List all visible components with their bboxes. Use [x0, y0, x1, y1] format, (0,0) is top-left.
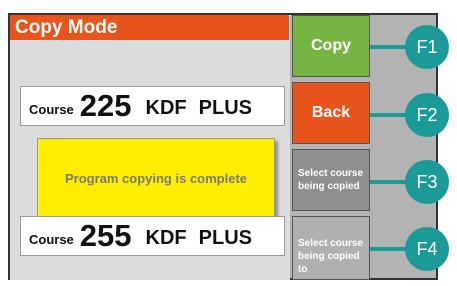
copy-complete-popup: Program copying is complete: [37, 138, 275, 218]
f2-key-marker: F2: [405, 93, 449, 137]
back-button[interactable]: Back: [292, 82, 370, 144]
course-label: Course: [29, 232, 74, 247]
f2-leader-line: [370, 113, 410, 117]
f3-leader-line: [370, 180, 410, 184]
f4-key-marker: F4: [405, 227, 449, 271]
f3-key-marker: F3: [405, 160, 449, 204]
source-course-row: Course 225 KDF PLUS: [20, 86, 285, 126]
course-unit: KDF: [145, 227, 187, 249]
popup-message: Program copying is complete: [64, 170, 248, 186]
main-panel: Course 225 KDF PLUS Program copying is c…: [10, 40, 290, 280]
course-label: Course: [29, 102, 74, 117]
screen-title: Copy Mode: [10, 15, 290, 40]
course-suffix: PLUS: [198, 97, 252, 119]
course-suffix: PLUS: [198, 227, 252, 249]
course-number: 225: [79, 88, 132, 123]
f1-leader-line: [370, 45, 410, 49]
course-number: 255: [79, 218, 132, 253]
copy-mode-screen: Copy Mode Course 225 KDF PLUS Program co…: [8, 13, 438, 280]
f4-leader-line: [370, 247, 410, 251]
select-source-course-button[interactable]: Select course being copied: [292, 149, 370, 211]
copy-button[interactable]: Copy: [292, 15, 370, 77]
course-unit: KDF: [145, 97, 187, 119]
target-course-row: Course 255 KDF PLUS: [20, 216, 285, 256]
select-target-course-button[interactable]: Select course being copied to: [292, 216, 370, 280]
f1-key-marker: F1: [405, 25, 449, 69]
